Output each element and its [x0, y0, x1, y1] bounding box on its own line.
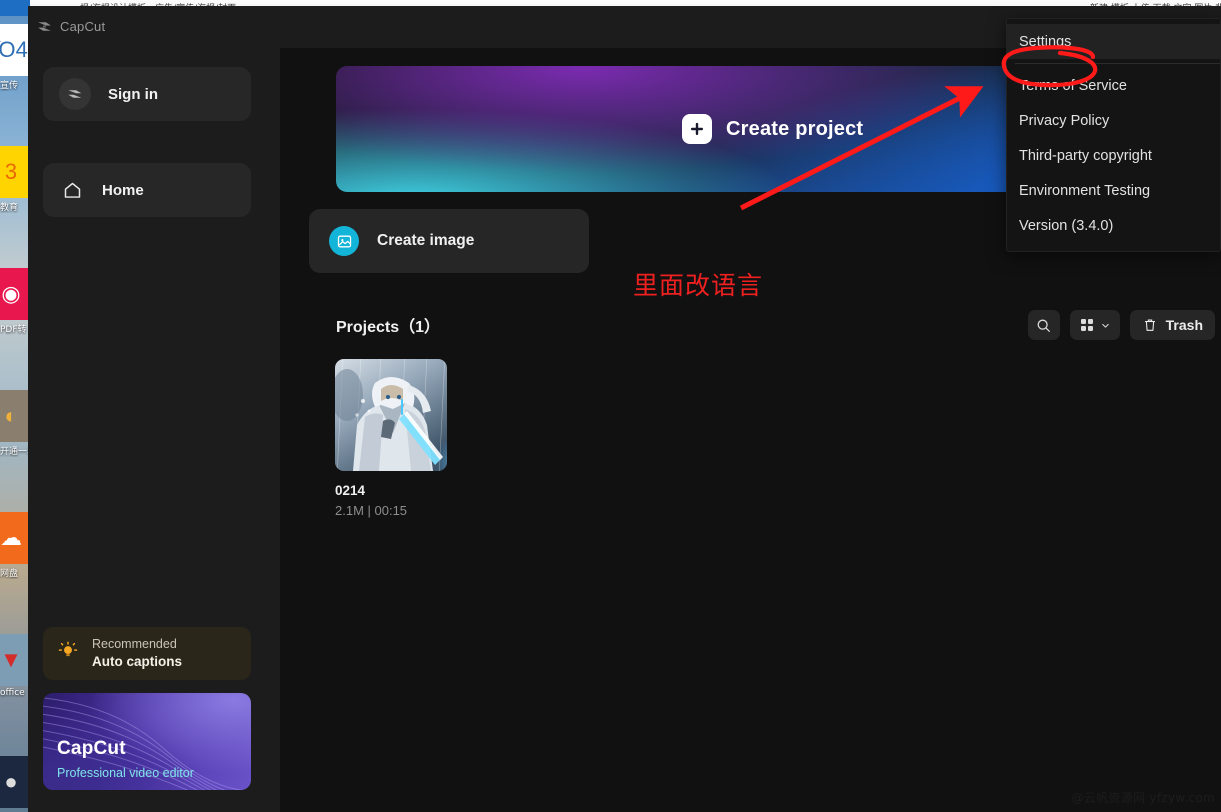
grid-view-icon[interactable] — [1069, 310, 1120, 340]
menu-item-terms-of-service[interactable]: Terms of Service — [1007, 68, 1220, 103]
projects-grid: 0214 2.1M | 00:15 — [335, 359, 447, 518]
sidebar-item-home-label: Home — [102, 181, 144, 199]
app-icon-yellow[interactable]: 3 — [0, 146, 28, 198]
trash-label: Trash — [1165, 317, 1203, 333]
capcut-logo-icon — [38, 22, 51, 31]
project-meta: 2.1M | 00:15 — [335, 503, 408, 518]
menu-item-environment-testing[interactable]: Environment Testing — [1007, 173, 1220, 208]
trash-button[interactable]: Trash — [1129, 310, 1215, 340]
app-brand: CapCut — [36, 18, 105, 35]
desktop-icon-label: 网盘 — [0, 569, 19, 579]
create-image-button[interactable]: Create image — [309, 209, 589, 273]
projects-heading: Projects（1） — [336, 319, 441, 336]
folder-icon-gold[interactable]: ◐ — [0, 390, 28, 442]
home-icon — [59, 180, 85, 201]
recommend-eyebrow: Recommended — [92, 637, 177, 652]
desktop-icon-glyph: 3 — [4, 159, 18, 184]
menu-item-third-party-copyright[interactable]: Third-party copyright — [1007, 138, 1220, 173]
desktop-icon-label: 教育 — [0, 203, 19, 213]
menu-item-settings-label: Settings — [1019, 33, 1072, 50]
capcut-window: CapCut Sign in Home Recommended Auto cap… — [28, 6, 1221, 812]
desktop-icon-column: Ὄ4 宣传 3 教育 ◉ PDF转 ◐ 开通一年 ☁ 网盘 ▼ office ● — [0, 16, 28, 812]
capcut-mark-icon — [68, 90, 82, 98]
capcut-promo-card[interactable]: CapCut Professional video editor — [43, 693, 251, 790]
menu-item-terms-label: Terms of Service — [1019, 77, 1127, 94]
chat-app-icon[interactable]: ● — [0, 756, 28, 808]
recommend-title: Auto captions — [92, 653, 182, 669]
left-sidebar: Sign in Home Recommended Auto captions C… — [28, 48, 280, 812]
document-file-icon[interactable]: Ὄ4 — [0, 24, 28, 76]
project-card[interactable]: 0214 2.1M | 00:15 — [335, 359, 447, 518]
sign-in-button[interactable]: Sign in — [43, 67, 251, 121]
create-project-cta[interactable]: Create project — [682, 114, 863, 144]
sidebar-item-home[interactable]: Home — [43, 163, 251, 217]
app-brand-label: CapCut — [60, 19, 106, 34]
desktop-icon-label: PDF转 — [0, 325, 27, 335]
desktop-icon-glyph: ▼ — [0, 647, 22, 672]
image-icon — [329, 226, 359, 256]
pdf-app-icon[interactable]: ◉ — [0, 268, 28, 320]
promo-title: CapCut — [57, 738, 126, 759]
promo-subtitle: Professional video editor — [57, 766, 194, 780]
wps-office-icon[interactable]: ▼ — [0, 634, 28, 686]
menu-item-version[interactable]: Version (3.4.0) — [1007, 208, 1220, 243]
menu-separator — [1015, 63, 1220, 64]
menu-item-privacy-label: Privacy Policy — [1019, 112, 1110, 129]
avatar — [59, 78, 91, 110]
menu-item-version-label: Version (3.4.0) — [1019, 217, 1114, 234]
desktop-icon-glyph: ◐ — [4, 403, 18, 428]
sign-in-label: Sign in — [108, 85, 158, 103]
watermark: @云帆资源网 yfzyw.com — [1071, 791, 1215, 805]
lightbulb-icon — [57, 640, 79, 667]
background-window-accent — [0, 0, 30, 16]
cloud-drive-icon[interactable]: ☁ — [0, 512, 28, 564]
desktop-icon-label: 宣传 — [0, 81, 19, 91]
projects-toolbar: Trash — [1027, 310, 1215, 340]
menu-item-settings[interactable]: Settings — [1007, 24, 1220, 59]
project-thumbnail[interactable] — [335, 359, 447, 471]
menu-item-environment-label: Environment Testing — [1019, 182, 1151, 199]
menu-item-copyright-label: Third-party copyright — [1019, 147, 1152, 164]
red-annotation-text: 里面改语言 — [633, 271, 764, 300]
trash-icon — [1144, 319, 1155, 331]
desktop-icon-label: 开通一年 — [0, 447, 28, 457]
plus-icon — [682, 114, 712, 144]
project-name: 0214 — [335, 483, 366, 498]
chevron-down-icon — [1101, 323, 1109, 328]
create-project-label: Create project — [726, 117, 864, 140]
desktop-icon-glyph: ◉ — [1, 281, 21, 306]
menu-item-privacy-policy[interactable]: Privacy Policy — [1007, 103, 1220, 138]
desktop-icon-glyph: ● — [4, 769, 18, 794]
create-image-label: Create image — [377, 232, 475, 249]
recommended-auto-captions-card[interactable]: Recommended Auto captions — [43, 627, 251, 680]
desktop-icon-glyph: ☁ — [0, 525, 22, 550]
desktop-icon-label: office — [0, 688, 25, 698]
settings-dropdown-menu: Settings Terms of Service Privacy Policy… — [1006, 18, 1221, 252]
search-icon[interactable] — [1027, 310, 1060, 340]
desktop-icon-glyph: Ὄ4 — [0, 37, 28, 62]
